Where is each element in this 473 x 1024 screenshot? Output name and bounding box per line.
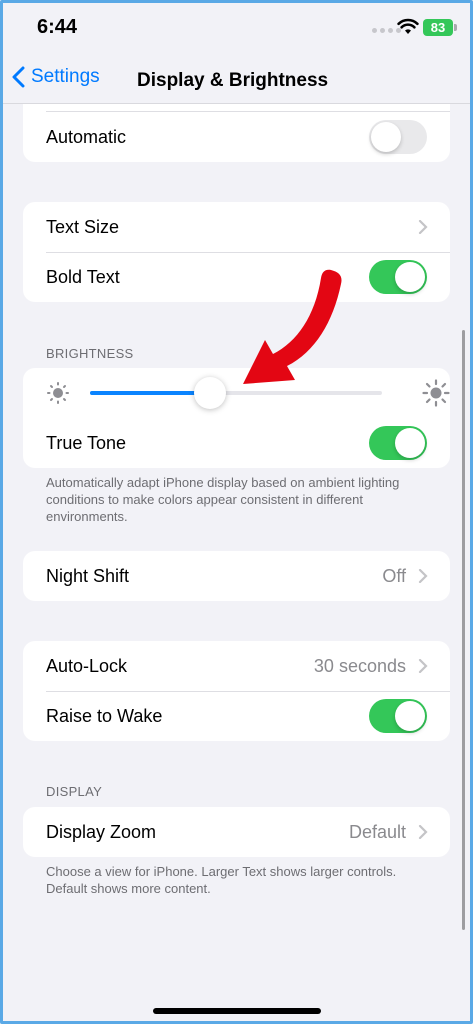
auto-lock-label: Auto-Lock — [46, 655, 128, 676]
true-tone-label: True Tone — [46, 432, 127, 453]
raise-to-wake-toggle[interactable] — [369, 699, 427, 733]
brightness-slider-thumb[interactable] — [193, 377, 226, 409]
appearance-group: Automatic — [23, 104, 450, 162]
bold-text-toggle[interactable] — [369, 260, 427, 294]
raise-to-wake-row: Raise to Wake — [23, 691, 450, 741]
display-group: Display Zoom Default — [23, 807, 450, 857]
annotation-arrow-icon — [243, 269, 342, 384]
page-title: Display & Brightness — [137, 70, 329, 91]
status-bar: 6:44 83 — [0, 0, 473, 58]
text-size-row[interactable]: Text Size — [23, 202, 450, 252]
divider — [46, 111, 450, 112]
sun-small-icon — [47, 382, 69, 404]
display-zoom-label: Display Zoom — [46, 821, 157, 842]
auto-lock-row[interactable]: Auto-Lock 30 seconds — [23, 641, 450, 691]
automatic-toggle[interactable] — [369, 120, 427, 154]
scroll-indicator — [462, 330, 465, 930]
brightness-header: BRIGHTNESS — [46, 346, 134, 361]
battery-icon: 83 — [423, 19, 457, 36]
display-zoom-value: Default — [348, 821, 406, 842]
chevron-left-icon — [12, 66, 25, 88]
display-zoom-footnote: Choose a view for iPhone. Larger Text sh… — [46, 864, 397, 896]
lock-group: Auto-Lock 30 seconds Raise to Wake — [23, 641, 450, 741]
bold-text-label: Bold Text — [46, 266, 120, 287]
sun-large-icon — [422, 379, 450, 407]
status-time: 6:44 — [37, 16, 78, 38]
auto-lock-value: 30 seconds — [313, 655, 406, 676]
automatic-label: Automatic — [46, 126, 127, 147]
chevron-right-icon — [418, 569, 428, 583]
back-label: Settings — [31, 66, 100, 87]
true-tone-footnote: Automatically adapt iPhone display based… — [46, 475, 400, 524]
display-zoom-row[interactable]: Display Zoom Default — [23, 807, 450, 857]
back-button[interactable]: Settings — [12, 66, 100, 88]
text-size-label: Text Size — [46, 216, 120, 237]
home-indicator — [153, 1008, 321, 1014]
raise-to-wake-label: Raise to Wake — [46, 705, 163, 726]
true-tone-toggle[interactable] — [369, 426, 427, 460]
true-tone-row: True Tone — [23, 418, 450, 468]
chevron-right-icon — [418, 825, 428, 839]
automatic-row: Automatic — [23, 112, 450, 162]
night-shift-row[interactable]: Night Shift Off — [23, 551, 450, 601]
brightness-slider-fill — [90, 391, 210, 395]
display-header: DISPLAY — [46, 784, 103, 799]
chevron-right-icon — [418, 659, 428, 673]
night-shift-value: Off — [382, 565, 406, 586]
wifi-icon — [397, 18, 419, 34]
chevron-right-icon — [418, 220, 428, 234]
night-shift-label: Night Shift — [46, 565, 130, 586]
navigation-bar: Settings Display & Brightness — [0, 58, 473, 104]
night-shift-group: Night Shift Off — [23, 551, 450, 601]
